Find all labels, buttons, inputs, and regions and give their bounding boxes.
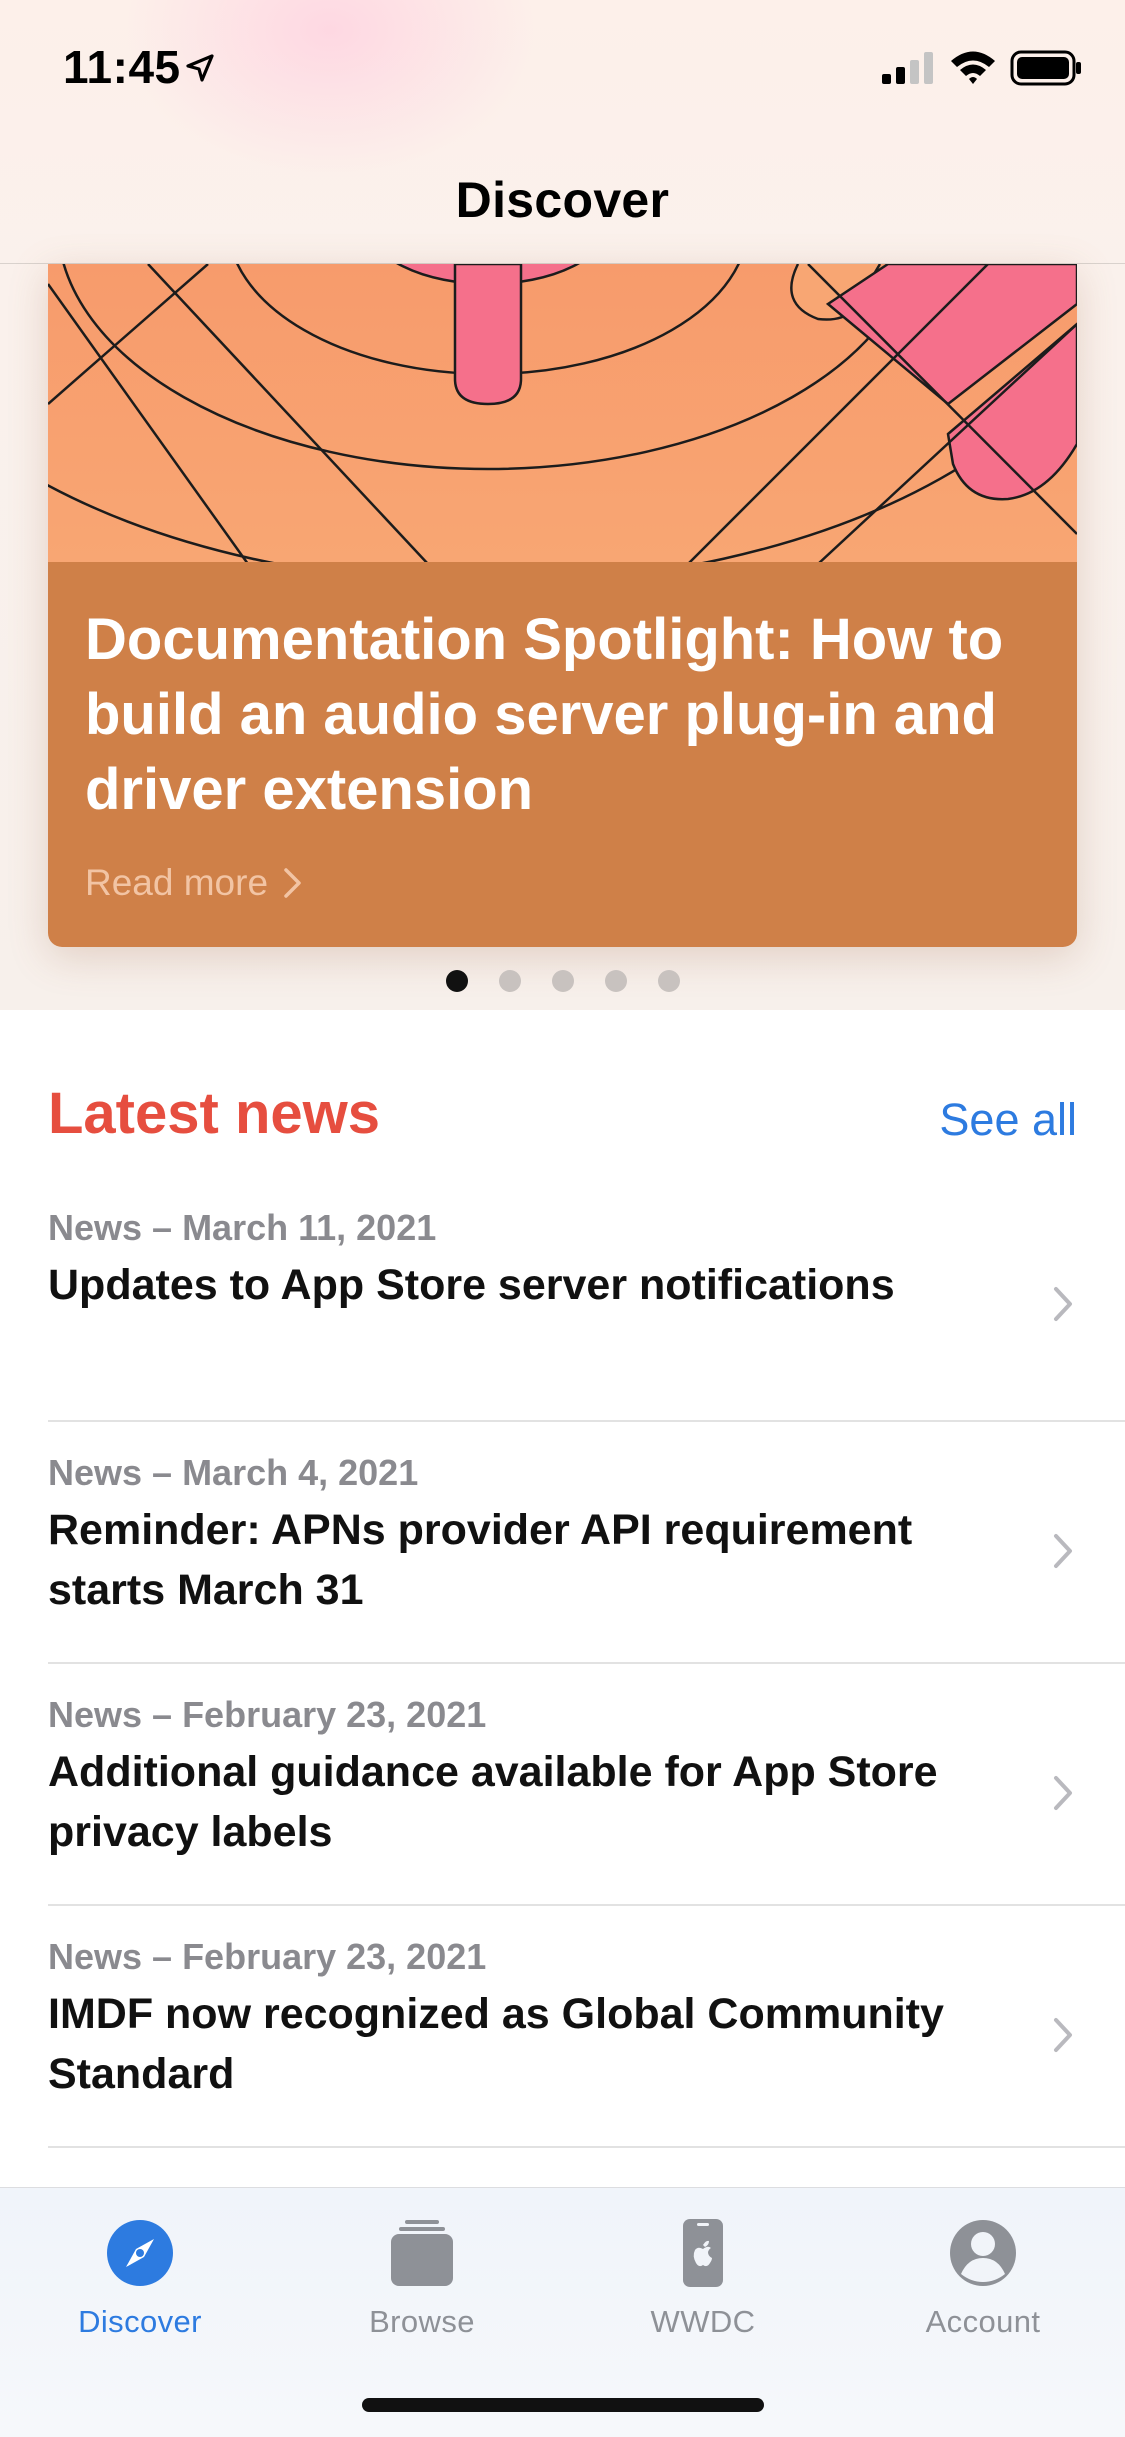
page-dot[interactable] [604,970,627,992]
section-title: Latest news [48,1081,380,1146]
tab-wwdc[interactable]: WWDC [603,2218,803,2340]
news-title: IMDF now recognized as Global Community … [48,1990,944,2098]
news-title: Reminder: APNs provider API requirement … [48,1506,913,1614]
latest-news-header: Latest news See all [48,1080,1077,1160]
stack-icon [391,2220,453,2286]
news-row[interactable]: News – March 11, 2021 Updates to App Stor… [48,1195,1125,1422]
home-indicator [362,2398,764,2412]
chevron-right-icon [1054,1534,1072,1568]
page-dot[interactable] [445,970,468,992]
person-icon [950,2220,1016,2286]
news-title: Additional guidance available for App St… [48,1748,938,1856]
navigation-bar: Discover [0,135,1125,264]
news-row[interactable]: News – February 23, 2021 IMDF now recogni… [48,1906,1125,2148]
news-date: News – March 4, 2021 [48,1452,419,1493]
wwdc-phone-icon [683,2219,723,2287]
hero-text-panel: Documentation Spotlight: How to build an… [48,562,1077,947]
news-date: News – February 23, 2021 [48,1694,487,1735]
wifi-icon [951,51,995,84]
compass-icon [107,2220,173,2286]
featured-article-card[interactable]: Documentation Spotlight: How to build an… [48,264,1077,947]
page-dot[interactable] [551,970,574,992]
chevron-right-icon [1054,2018,1072,2052]
tab-label: Discover [78,2304,202,2339]
page-title: Discover [455,172,670,228]
news-row[interactable]: News – March 4, 2021 Reminder: APNs provi… [48,1422,1125,1664]
tab-discover[interactable]: Discover [40,2218,240,2340]
news-title: Updates to App Store server notification… [48,1261,895,1309]
news-row[interactable]: News – February 23, 2021 Additional guida… [48,1664,1125,1906]
tab-browse[interactable]: Browse [322,2218,522,2340]
read-more-link[interactable]: Read more [85,862,304,904]
see-all-link[interactable]: See all [939,1094,1077,1146]
news-date: News – February 23, 2021 [48,1936,487,1977]
chevron-right-icon [284,868,301,898]
status-time: 11:45 [63,41,181,93]
hero-artwork [48,264,1077,564]
status-bar: 11:45 [0,0,1125,135]
tab-account[interactable]: Account [883,2218,1083,2340]
page-dot[interactable] [498,970,521,992]
tab-label: WWDC [650,2304,756,2339]
news-date: News – March 11, 2021 [48,1207,437,1248]
tab-label: Browse [369,2304,475,2339]
location-arrow-icon [186,54,214,82]
cellular-signal-icon [882,52,933,84]
read-more-label: Read more [85,862,269,903]
page-dot[interactable] [657,970,680,992]
tab-label: Account [925,2304,1041,2339]
chevron-right-icon [1054,1287,1072,1321]
battery-icon [1010,50,1081,86]
hero-title: Documentation Spotlight: How to build an… [85,607,1004,822]
news-list: News – March 11, 2021 Updates to App Stor… [0,1195,1125,2148]
chevron-right-icon [1054,1776,1072,1810]
page-control[interactable] [0,970,1125,994]
